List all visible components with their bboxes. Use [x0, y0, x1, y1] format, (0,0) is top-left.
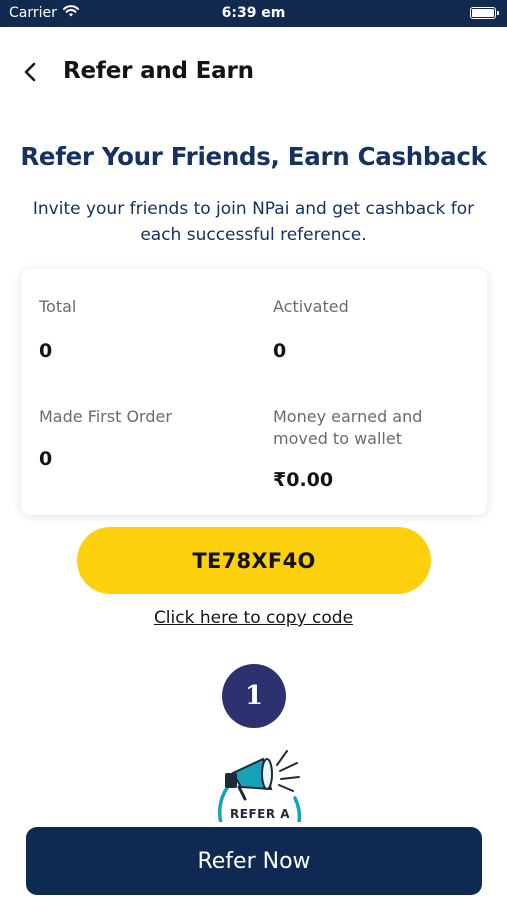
stat-activated: Activated 0	[273, 296, 349, 362]
stat-total-label: Total	[39, 297, 77, 316]
copy-code-link[interactable]: Click here to copy code	[0, 608, 507, 628]
step-number-badge: 1	[222, 664, 286, 728]
stat-first-order-value: 0	[39, 448, 53, 470]
referral-headline: Refer Your Friends, Earn Cashback	[20, 142, 487, 171]
stat-activated-value: 0	[273, 340, 287, 362]
stat-first-order-label: Made First Order	[39, 407, 172, 426]
refer-now-button[interactable]: Refer Now	[26, 827, 482, 895]
stat-money-earned: Money earned and moved to wallet ₹0.00	[273, 406, 473, 491]
referral-subtitle: Invite your friends to join NPai and get…	[32, 199, 475, 245]
stat-total-value: 0	[39, 340, 53, 362]
illustration-caption: REFER A	[230, 807, 291, 821]
nav-header: Refer and Earn	[0, 27, 507, 117]
stat-first-order: Made First Order 0	[39, 406, 172, 470]
status-time: 6:39 em	[221, 5, 286, 21]
battery-icon	[470, 7, 499, 19]
chevron-left-icon[interactable]	[16, 57, 46, 87]
referral-stats-card: Total 0 Activated 0 Made First Order 0 M…	[21, 269, 487, 515]
stat-total: Total 0	[39, 296, 76, 362]
megaphone-icon: REFER A	[205, 743, 315, 828]
stat-activated-label: Activated	[273, 297, 349, 316]
page-title: Refer and Earn	[63, 58, 254, 84]
stat-money-earned-label: Money earned and moved to wallet	[273, 407, 423, 448]
status-bar: Carrier 6:39 em	[0, 0, 507, 27]
referral-code-button[interactable]: TE78XF4O	[77, 527, 431, 594]
stat-money-earned-value: ₹0.00	[273, 469, 334, 491]
